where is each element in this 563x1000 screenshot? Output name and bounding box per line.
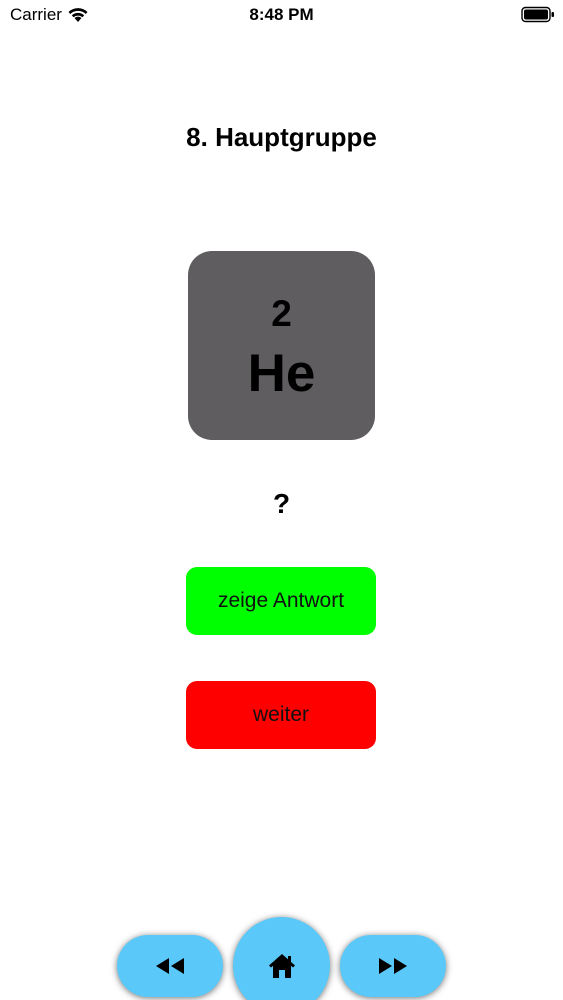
- fast-forward-icon: [379, 958, 407, 974]
- home-icon: [268, 953, 295, 978]
- question-label: ?: [272, 488, 291, 519]
- home-button[interactable]: [233, 917, 330, 1000]
- next-button[interactable]: weiter: [186, 681, 376, 749]
- element-card: 2 He: [188, 251, 375, 440]
- atomic-number: 2: [271, 293, 292, 334]
- clock: 8:48 PM: [249, 5, 314, 24]
- element-symbol: He: [247, 344, 316, 403]
- rewind-icon: [156, 958, 184, 974]
- battery-icon: [521, 6, 554, 23]
- previous-button[interactable]: [117, 935, 223, 997]
- page-title: 8. Hauptgruppe: [186, 122, 377, 152]
- forward-button[interactable]: [340, 935, 446, 997]
- status-bar: Carrier 8:48 PM: [0, 0, 563, 30]
- show-answer-button[interactable]: zeige Antwort: [186, 567, 376, 635]
